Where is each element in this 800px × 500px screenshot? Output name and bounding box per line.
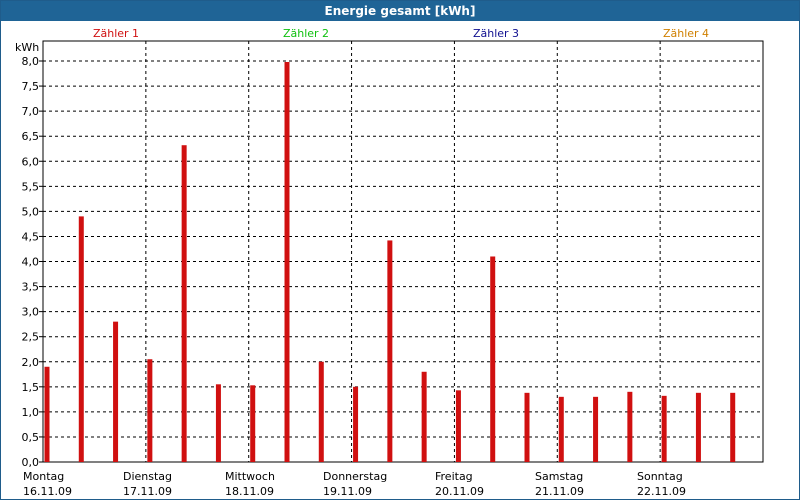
bar xyxy=(695,392,701,462)
y-tick-label: 0,0 xyxy=(22,456,40,469)
y-tick-label: 5,0 xyxy=(22,205,40,218)
bar xyxy=(524,392,530,462)
bar xyxy=(661,395,667,462)
y-tick-label: 2,5 xyxy=(22,331,40,344)
legend-item: Zähler 2 xyxy=(283,27,329,40)
y-axis-label: kWh xyxy=(15,41,39,54)
y-tick-label: 3,0 xyxy=(22,306,40,319)
energy-bar-chart: 0,0 0,5 1,0 1,5 2,0 2,5 3,0 3,5 4,0 4,5 5,0 5,5 6,0 6… xyxy=(15,27,764,498)
x-day-name: Freitag xyxy=(435,470,473,483)
x-day-date: 16.11.09 xyxy=(23,485,72,498)
x-day-date: 21.11.09 xyxy=(535,485,584,498)
x-day-date: 22.11.09 xyxy=(637,485,686,498)
x-day-name: Samstag xyxy=(535,470,583,483)
bar xyxy=(455,390,461,462)
x-day-date: 17.11.09 xyxy=(123,485,172,498)
bar xyxy=(593,396,599,462)
chart-window: Energie gesamt [kWh] 0,0 0,5 1,0 1,5 2,0 2,5 3… xyxy=(0,0,800,500)
x-day-name: Dienstag xyxy=(123,470,172,483)
bar xyxy=(147,359,153,462)
y-tick-label: 2,0 xyxy=(22,356,40,369)
y-tick-label: 8,0 xyxy=(22,55,40,68)
y-tick-label: 6,5 xyxy=(22,130,40,143)
bar xyxy=(421,371,427,462)
legend-item: Zähler 4 xyxy=(663,27,709,40)
x-day-date: 18.11.09 xyxy=(225,485,274,498)
y-tick-label: 5,5 xyxy=(22,180,40,193)
bar xyxy=(353,386,359,462)
bar xyxy=(284,62,290,462)
y-tick-label: 1,5 xyxy=(22,381,40,394)
x-day-name: Montag xyxy=(23,470,64,483)
legend-item: Zähler 3 xyxy=(473,27,519,40)
bar xyxy=(490,256,496,462)
x-day-date: 19.11.09 xyxy=(323,485,372,498)
x-day-name: Mittwoch xyxy=(225,470,275,483)
bar xyxy=(113,321,119,462)
y-tick-label: 7,5 xyxy=(22,80,40,93)
legend-item: Zähler 1 xyxy=(93,27,139,40)
bar xyxy=(78,216,84,462)
bar xyxy=(44,366,50,462)
bar xyxy=(558,396,564,462)
bar xyxy=(215,384,221,462)
y-tick-label: 1,0 xyxy=(22,406,40,419)
bar xyxy=(318,361,324,462)
x-day-name: Donnerstag xyxy=(323,470,387,483)
bar xyxy=(181,145,187,462)
bar xyxy=(250,385,256,462)
bar xyxy=(387,240,393,462)
x-day-date: 20.11.09 xyxy=(435,485,484,498)
x-day-name: Sonntag xyxy=(637,470,683,483)
bar xyxy=(627,391,633,462)
y-tick-label: 0,5 xyxy=(22,431,40,444)
bar xyxy=(730,392,736,462)
y-tick-label: 7,0 xyxy=(22,105,40,118)
y-tick-label: 4,0 xyxy=(22,256,40,269)
y-tick-label: 4,5 xyxy=(22,230,40,243)
y-tick-label: 3,5 xyxy=(22,281,40,294)
y-tick-label: 6,0 xyxy=(22,155,40,168)
